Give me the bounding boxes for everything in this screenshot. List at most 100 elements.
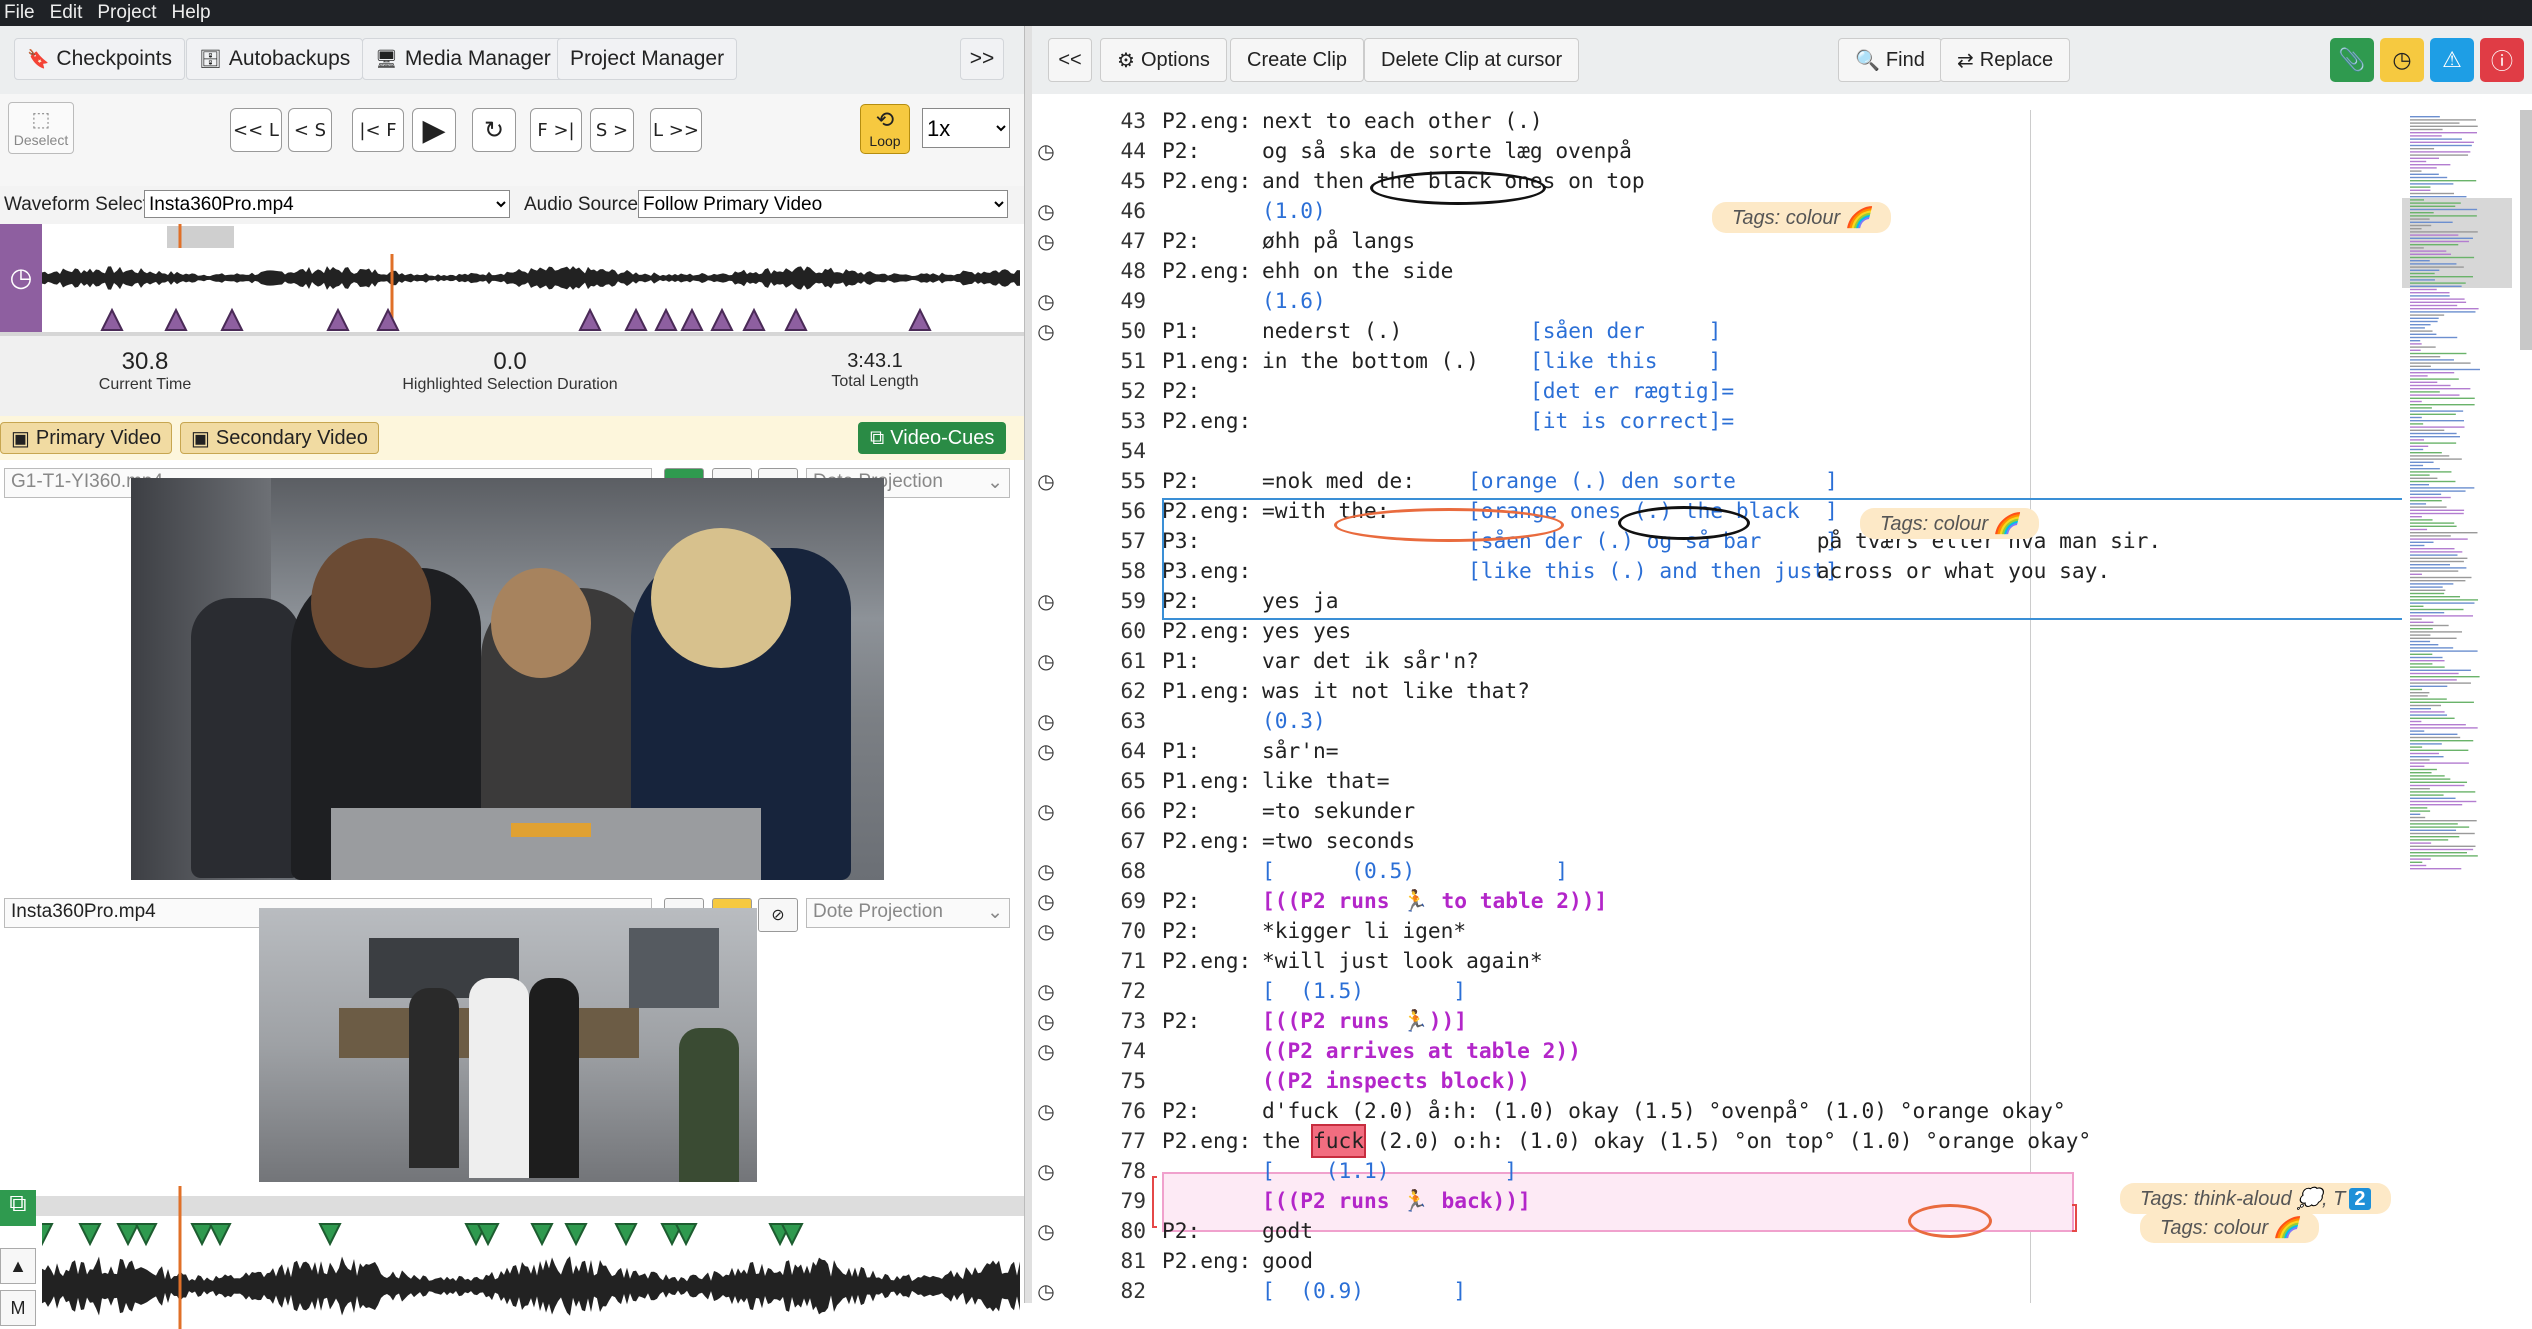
cue-marker[interactable] bbox=[654, 307, 678, 331]
timestamp-icon[interactable]: ◷ bbox=[1032, 976, 1060, 1006]
transcript-line[interactable]: ◷ 55 P2: =nok med de: [orange (.) den sorte … bbox=[1032, 466, 2402, 496]
transcript-line[interactable]: 60 P2.eng: yes yes bbox=[1032, 616, 2402, 646]
replace-button[interactable]: ⇄ Replace bbox=[1940, 38, 2071, 82]
timestamp-icon[interactable]: ◷ bbox=[1032, 136, 1060, 166]
secondary-video[interactable] bbox=[259, 908, 757, 1182]
loop-button[interactable]: ⟲ Loop bbox=[860, 104, 910, 154]
secondary-projection-select[interactable]: Dote Projection ⌄ bbox=[806, 898, 1010, 928]
primary-video-button[interactable]: ▣ Primary Video bbox=[0, 422, 173, 454]
timestamp-icon[interactable]: ◷ bbox=[1032, 916, 1060, 946]
cue-marker[interactable] bbox=[680, 307, 704, 331]
find-button[interactable]: 🔍 Find bbox=[1838, 38, 1942, 82]
history-button[interactable]: ◷ bbox=[2380, 38, 2424, 82]
scroll-up-button[interactable]: ▲ bbox=[0, 1248, 36, 1284]
transcript-line[interactable]: ◷ 49 (1.6) bbox=[1032, 286, 2402, 316]
skip-forward-short-button[interactable]: S > bbox=[590, 108, 634, 152]
error-button[interactable]: ⓘ bbox=[2480, 38, 2524, 82]
transcript-line[interactable]: 65 P1.eng: like that= bbox=[1032, 766, 2402, 796]
play-button[interactable]: ▶ bbox=[412, 108, 456, 152]
checkpoints-button[interactable]: 🔖 Checkpoints bbox=[14, 38, 185, 80]
timestamp-icon[interactable]: ◷ bbox=[1032, 196, 1060, 226]
panel-divider[interactable] bbox=[1024, 26, 1032, 1303]
skip-forward-long-button[interactable]: L >> bbox=[650, 108, 702, 152]
attachment-button[interactable]: 📎 bbox=[2330, 38, 2374, 82]
cue-marker[interactable] bbox=[376, 307, 400, 331]
timestamp-icon[interactable]: ◷ bbox=[1032, 316, 1060, 346]
secondary-hide-button[interactable]: ⊘ bbox=[758, 898, 798, 932]
create-clip-button[interactable]: Create Clip bbox=[1230, 38, 1365, 82]
timestamp-icon[interactable]: ◷ bbox=[1032, 646, 1060, 676]
menu-edit[interactable]: Edit bbox=[48, 2, 94, 24]
options-button[interactable]: ⚙ Options bbox=[1100, 38, 1227, 82]
cue-marker[interactable] bbox=[624, 307, 648, 331]
mute-button[interactable]: M bbox=[0, 1290, 36, 1326]
tag-colour[interactable]: Tags: colour 🌈 bbox=[1860, 508, 2039, 539]
cue-marker[interactable] bbox=[742, 307, 766, 331]
cue-marker[interactable] bbox=[190, 1223, 214, 1247]
transcript-line[interactable]: 53 P2.eng: [it is correct]= bbox=[1032, 406, 2402, 436]
transcript-line[interactable]: ◷ 82 [ (0.9) ] bbox=[1032, 1276, 2402, 1303]
timestamp-icon[interactable]: ◷ bbox=[1032, 1276, 1060, 1303]
autobackups-button[interactable]: 🗄 Autobackups bbox=[186, 38, 364, 80]
transcript-line[interactable]: 62 P1.eng: was it not like that? bbox=[1032, 676, 2402, 706]
transcript-line[interactable]: ◷ 44 P2: og så ska de sorte læg ovenpå bbox=[1032, 136, 2402, 166]
waveform-select[interactable]: Insta360Pro.mp4 bbox=[144, 190, 510, 218]
warning-button[interactable]: ⚠ bbox=[2430, 38, 2474, 82]
skip-back-short-button[interactable]: < S bbox=[288, 108, 332, 152]
transcript-line[interactable]: 51 P1.eng: in the bottom (.) [like this ] bbox=[1032, 346, 2402, 376]
menu-file[interactable]: File bbox=[2, 2, 46, 24]
timestamp-icon[interactable]: ◷ bbox=[1032, 796, 1060, 826]
cue-marker[interactable] bbox=[564, 1223, 588, 1247]
transcript-line[interactable]: ◷ 47 P2: øhh på langs bbox=[1032, 226, 2402, 256]
cue-marker[interactable] bbox=[578, 307, 602, 331]
cue-marker[interactable] bbox=[614, 1223, 638, 1247]
cue-marker[interactable] bbox=[78, 1223, 102, 1247]
transcript-line[interactable]: 54 bbox=[1032, 436, 2402, 466]
cue-marker[interactable] bbox=[100, 307, 124, 331]
cue-marker[interactable] bbox=[164, 307, 188, 331]
transcript-editor[interactable]: 43 P2.eng: next to each other (.) ◷ 44 P2: og … bbox=[1032, 110, 2402, 1303]
deselect-button[interactable]: ⬚ Deselect bbox=[8, 102, 74, 154]
frame-back-button[interactable]: |< F bbox=[352, 108, 404, 152]
transcript-line[interactable]: 58 P3.eng: [like this (.) and then just] a… bbox=[1032, 556, 2402, 586]
timestamp-icon[interactable]: ◷ bbox=[1032, 1156, 1060, 1186]
transcript-line[interactable]: 48 P2.eng: ehh on the side bbox=[1032, 256, 2402, 286]
waveform-secondary[interactable]: ⧉ ▲ M bbox=[0, 1186, 1024, 1329]
cue-marker[interactable] bbox=[710, 307, 734, 331]
audio-source-select[interactable]: Follow Primary Video bbox=[638, 190, 1008, 218]
transcript-line[interactable]: ◷ 73 P2: [((P2 runs 🏃))] bbox=[1032, 1006, 2402, 1036]
transcript-line[interactable]: ◷ 61 P1: var det ik sår'n? bbox=[1032, 646, 2402, 676]
timestamp-icon[interactable]: ◷ bbox=[1032, 1036, 1060, 1066]
scrollbar-thumb[interactable] bbox=[2520, 110, 2532, 350]
transcript-line[interactable]: ◷ 76 P2: d'fuck (2.0) å:h: (1.0) okay (1.5)… bbox=[1032, 1096, 2402, 1126]
transcript-line[interactable]: ◷ 70 P2: *kigger li igen* bbox=[1032, 916, 2402, 946]
secondary-video-button[interactable]: ▣ Secondary Video bbox=[180, 422, 379, 454]
collapse-button[interactable]: << bbox=[1048, 38, 1092, 82]
tag-think-aloud[interactable]: Tags: think-aloud 💭, T2 bbox=[2120, 1183, 2391, 1214]
cue-marker[interactable] bbox=[42, 1223, 54, 1247]
cue-marker[interactable] bbox=[908, 307, 932, 331]
video-cues-button[interactable]: ⧉ Video-Cues bbox=[858, 422, 1007, 454]
transcript-line[interactable]: 43 P2.eng: next to each other (.) bbox=[1032, 110, 2402, 136]
menu-help[interactable]: Help bbox=[170, 2, 222, 24]
cue-marker[interactable] bbox=[784, 307, 808, 331]
cue-marker[interactable] bbox=[134, 1223, 158, 1247]
transcript-line[interactable]: 52 P2: [det er rægtig]= bbox=[1032, 376, 2402, 406]
media-manager-button[interactable]: 🖥 Media Manager bbox=[362, 38, 564, 80]
transcript-line[interactable]: ◷ 66 P2: =to sekunder bbox=[1032, 796, 2402, 826]
transcript-line[interactable]: ◷ 72 [ (1.5) ] bbox=[1032, 976, 2402, 1006]
transcript-line[interactable]: 71 P2.eng: *will just look again* bbox=[1032, 946, 2402, 976]
timestamp-icon[interactable]: ◷ bbox=[1032, 226, 1060, 256]
transcript-line[interactable]: ◷ 68 [ (0.5) ] bbox=[1032, 856, 2402, 886]
replay-button[interactable]: ↻ bbox=[472, 108, 516, 152]
timestamp-icon[interactable]: ◷ bbox=[1032, 856, 1060, 886]
transcript-line[interactable]: ◷ 59 P2: yes ja bbox=[1032, 586, 2402, 616]
cue-marker[interactable] bbox=[208, 1223, 232, 1247]
timestamp-icon[interactable]: ◷ bbox=[1032, 706, 1060, 736]
tag-colour[interactable]: Tags: colour 🌈 bbox=[2140, 1212, 2319, 1243]
frame-forward-button[interactable]: F >| bbox=[530, 108, 582, 152]
transcript-minimap[interactable] bbox=[2402, 110, 2532, 1303]
transcript-line[interactable]: 67 P2.eng: =two seconds bbox=[1032, 826, 2402, 856]
project-manager-button[interactable]: Project Manager bbox=[557, 38, 738, 80]
waveform-primary[interactable]: ◷ bbox=[0, 224, 1024, 332]
